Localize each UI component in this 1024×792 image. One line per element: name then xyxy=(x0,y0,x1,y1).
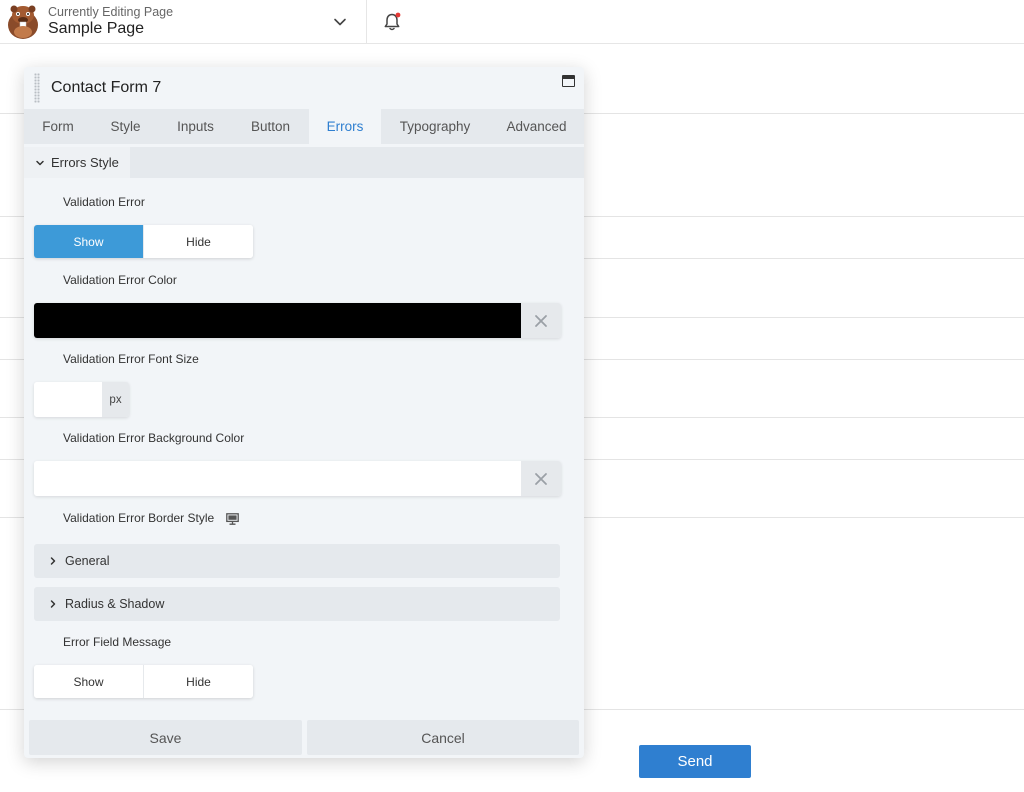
validation-error-border-style-label: Validation Error Border Style xyxy=(63,511,215,525)
tab-inputs[interactable]: Inputs xyxy=(159,109,232,144)
validation-error-color-picker xyxy=(34,303,561,338)
error-field-message-toggle: Show Hide xyxy=(34,665,253,698)
validation-error-font-size-label: Validation Error Font Size xyxy=(63,352,199,366)
chevron-down-icon[interactable] xyxy=(330,12,350,32)
editing-page-subtitle: Currently Editing Page xyxy=(48,5,174,19)
error-field-message-show-button[interactable]: Show xyxy=(34,665,143,698)
validation-error-bg-color-picker xyxy=(34,461,561,496)
tab-advanced[interactable]: Advanced xyxy=(489,109,584,144)
desktop-icon[interactable] xyxy=(226,513,239,525)
error-field-message-label: Error Field Message xyxy=(63,635,172,649)
tab-style[interactable]: Style xyxy=(92,109,159,144)
topbar-divider xyxy=(366,0,367,44)
send-button[interactable]: Send xyxy=(639,745,751,778)
radius-shadow-section-toggle[interactable]: Radius & Shadow xyxy=(34,587,560,621)
chevron-right-icon xyxy=(50,600,56,608)
section-header: Errors Style xyxy=(24,147,584,178)
cancel-button[interactable]: Cancel xyxy=(307,720,579,755)
notification-bell-icon[interactable] xyxy=(381,11,403,33)
font-size-input[interactable] xyxy=(34,382,102,417)
font-size-control: px xyxy=(34,382,129,417)
chevron-right-icon xyxy=(50,557,56,565)
unit-label: px xyxy=(102,382,129,417)
maximize-icon[interactable] xyxy=(562,75,575,87)
close-icon xyxy=(535,314,547,327)
drag-handle-icon[interactable] xyxy=(34,73,40,103)
general-section-label: General xyxy=(65,554,110,568)
validation-error-bg-color-swatch[interactable] xyxy=(34,461,521,496)
beaver-logo-icon xyxy=(8,5,38,39)
close-icon xyxy=(535,472,547,485)
tab-typography[interactable]: Typography xyxy=(381,109,489,144)
panel-tabs: Form Style Inputs Button Errors Typograp… xyxy=(24,109,584,144)
validation-error-label: Validation Error xyxy=(63,195,145,209)
validation-error-bg-color-label: Validation Error Background Color xyxy=(63,431,245,445)
tab-form[interactable]: Form xyxy=(24,109,92,144)
validation-error-hide-button[interactable]: Hide xyxy=(143,225,253,258)
panel-title: Contact Form 7 xyxy=(51,79,162,96)
validation-error-color-swatch[interactable] xyxy=(34,303,521,338)
errors-style-section-toggle[interactable]: Errors Style xyxy=(24,147,130,178)
error-field-message-hide-button[interactable]: Hide xyxy=(143,665,253,698)
general-section-toggle[interactable]: General xyxy=(34,544,560,578)
save-button[interactable]: Save xyxy=(29,720,302,755)
settings-panel: Contact Form 7 Form Style Inputs Button … xyxy=(24,67,584,758)
validation-error-toggle: Show Hide xyxy=(34,225,253,258)
clear-color-button[interactable] xyxy=(521,461,561,496)
tab-button[interactable]: Button xyxy=(232,109,309,144)
chevron-down-icon xyxy=(36,160,44,165)
top-bar: Currently Editing Page Sample Page xyxy=(0,0,1024,44)
section-label: Errors Style xyxy=(51,155,119,170)
panel-header[interactable]: Contact Form 7 xyxy=(24,67,584,109)
radius-shadow-section-label: Radius & Shadow xyxy=(65,597,165,611)
editing-page-title: Sample Page xyxy=(48,20,145,37)
tab-errors[interactable]: Errors xyxy=(309,109,381,144)
validation-error-show-button[interactable]: Show xyxy=(34,225,143,258)
validation-error-color-label: Validation Error Color xyxy=(63,273,177,287)
clear-color-button[interactable] xyxy=(521,303,561,338)
